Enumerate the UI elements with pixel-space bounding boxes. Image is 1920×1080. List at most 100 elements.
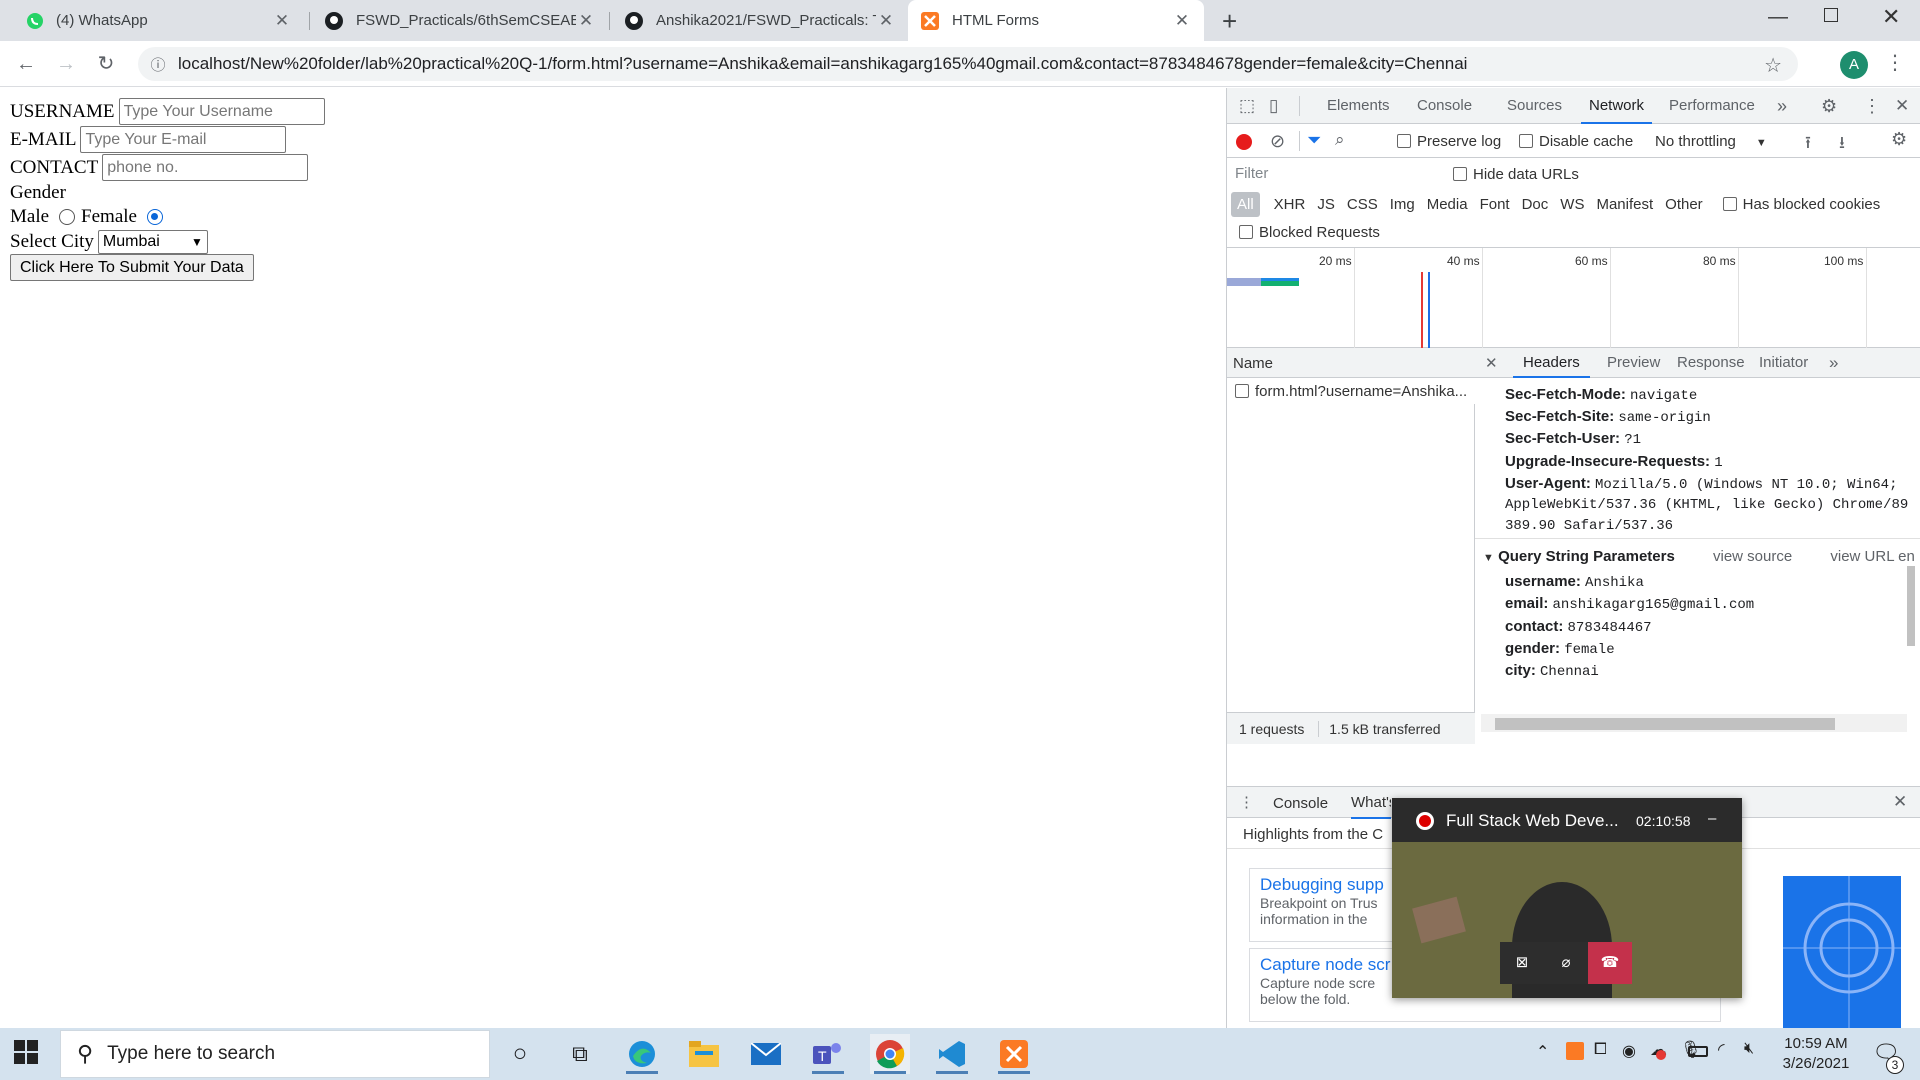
window-close-button[interactable]: ✕ — [1882, 4, 1900, 30]
horizontal-scrollbar[interactable] — [1481, 714, 1907, 732]
drawer-tab-console[interactable]: Console — [1273, 795, 1328, 812]
username-input[interactable] — [118, 98, 325, 125]
chrome-icon[interactable] — [870, 1034, 910, 1074]
export-har-icon[interactable]: ⭳ — [1839, 130, 1845, 159]
clear-icon[interactable]: ⊘ — [1270, 131, 1285, 152]
mic-off-icon[interactable]: ⌀ — [1544, 942, 1588, 984]
tray-overflow-icon[interactable]: ⌃ — [1536, 1042, 1549, 1062]
type-filter-js[interactable]: JS — [1313, 192, 1343, 217]
import-har-icon[interactable]: ⭱ — [1805, 130, 1811, 159]
teams-icon[interactable]: T — [808, 1034, 848, 1074]
battery-icon[interactable] — [1688, 1046, 1708, 1057]
tab-performance[interactable]: Performance — [1669, 88, 1755, 124]
tab-elements[interactable]: Elements — [1327, 88, 1390, 124]
search-icon[interactable]: ⌕ — [1335, 130, 1345, 150]
settings-icon[interactable]: ⚙ — [1821, 88, 1837, 124]
email-input[interactable] — [80, 126, 287, 153]
type-filter-media[interactable]: Media — [1423, 192, 1476, 217]
tab-github-repo[interactable]: Anshika2021/FSWD_Practicals: Th ✕ — [612, 0, 908, 41]
wifi-icon[interactable]: ◜ — [1718, 1040, 1725, 1060]
female-radio[interactable] — [146, 209, 163, 225]
forward-button[interactable]: → — [52, 50, 80, 78]
name-column-header[interactable]: Name — [1227, 348, 1475, 378]
menu-icon[interactable]: ⋮ — [1885, 50, 1905, 75]
more-tabs-icon[interactable]: » — [1777, 88, 1787, 124]
file-explorer-icon[interactable] — [684, 1034, 724, 1074]
minimize-button[interactable]: — — [1768, 6, 1788, 29]
windows-start-icon[interactable] — [14, 1040, 38, 1068]
close-icon[interactable]: ✕ — [576, 11, 596, 31]
menu-icon[interactable]: ⋮ — [1863, 88, 1881, 124]
back-button[interactable]: ← — [12, 50, 40, 78]
hide-data-urls-checkbox[interactable]: Hide data URLs — [1453, 166, 1579, 183]
close-icon[interactable]: ✕ — [272, 11, 292, 31]
device-toolbar-icon[interactable]: ▯ — [1269, 96, 1278, 116]
query-string-section-header[interactable]: ▼ Query String Parameters view source vi… — [1483, 548, 1915, 565]
network-settings-icon[interactable]: ⚙ — [1891, 129, 1907, 150]
profile-avatar[interactable]: A — [1840, 51, 1868, 79]
type-filter-font[interactable]: Font — [1476, 192, 1518, 217]
tab-response[interactable]: Response — [1677, 348, 1745, 378]
omnibox[interactable]: ⓘ localhost/New%20folder/lab%20practical… — [138, 47, 1798, 81]
close-devtools-icon[interactable]: ✕ — [1895, 88, 1909, 124]
webcam-tray-icon[interactable]: ◉ — [1622, 1041, 1636, 1061]
tab-initiator[interactable]: Initiator — [1759, 348, 1808, 378]
drawer-tab-whats-new[interactable]: What's New — [1351, 787, 1391, 819]
close-icon[interactable]: ✕ — [1172, 11, 1192, 31]
camera-off-icon[interactable]: ⊠ — [1500, 942, 1544, 984]
type-filter-other[interactable]: Other — [1661, 192, 1711, 217]
view-source-link[interactable]: view source — [1713, 548, 1792, 565]
close-details-icon[interactable]: ✕ — [1485, 354, 1498, 372]
tab-html-forms[interactable]: HTML Forms ✕ — [908, 0, 1204, 41]
maximize-button[interactable] — [1824, 8, 1838, 22]
request-row[interactable]: form.html?username=Anshika... — [1227, 378, 1475, 404]
preserve-log-checkbox[interactable]: Preserve log — [1397, 133, 1501, 150]
volume-muted-icon[interactable]: 🔇︎ — [1744, 1040, 1754, 1058]
view-url-encoded-link[interactable]: view URL en — [1830, 548, 1914, 565]
hang-up-icon[interactable]: ☎ — [1588, 942, 1632, 984]
type-filter-css[interactable]: CSS — [1343, 192, 1386, 217]
throttling-select[interactable]: No throttling ▼ — [1655, 133, 1767, 150]
type-filter-doc[interactable]: Doc — [1518, 192, 1557, 217]
tab-network[interactable]: Network — [1581, 88, 1653, 124]
city-select[interactable]: Mumbai ▼ — [97, 230, 208, 254]
tab-console[interactable]: Console — [1417, 88, 1472, 124]
type-filter-all[interactable]: All — [1231, 192, 1260, 217]
record-icon[interactable] — [1236, 134, 1252, 150]
reload-button[interactable]: ↻ — [92, 50, 120, 78]
xampp-tray-icon[interactable] — [1566, 1042, 1584, 1060]
male-radio[interactable] — [59, 209, 76, 225]
type-filter-xhr[interactable]: XHR — [1260, 192, 1314, 217]
tab-headers[interactable]: Headers — [1513, 348, 1590, 378]
submit-button[interactable]: Click Here To Submit Your Data — [10, 254, 254, 281]
close-icon[interactable]: ✕ — [876, 11, 896, 31]
taskbar-search-box[interactable]: ⚲ Type here to search — [60, 1030, 490, 1078]
blocked-requests-checkbox[interactable]: Blocked Requests — [1239, 224, 1380, 241]
type-filter-manifest[interactable]: Manifest — [1592, 192, 1661, 217]
minimize-icon[interactable]: – — [1708, 810, 1716, 827]
tab-preview[interactable]: Preview — [1607, 348, 1660, 378]
close-drawer-icon[interactable]: ✕ — [1893, 792, 1907, 812]
xampp-icon[interactable] — [994, 1034, 1034, 1074]
info-icon[interactable]: ⓘ — [138, 54, 178, 75]
has-blocked-cookies-checkbox[interactable]: Has blocked cookies — [1711, 192, 1880, 217]
tab-sources[interactable]: Sources — [1507, 88, 1562, 124]
disable-cache-checkbox[interactable]: Disable cache — [1519, 133, 1633, 150]
type-filter-ws[interactable]: WS — [1556, 192, 1592, 217]
filter-input[interactable]: Filter — [1231, 162, 1437, 186]
inspect-icon[interactable]: ⬚ — [1239, 96, 1255, 116]
drawer-menu-icon[interactable]: ⋮ — [1239, 793, 1254, 811]
task-view-icon[interactable]: ⧉ — [560, 1034, 600, 1074]
tab-github-practicals[interactable]: FSWD_Practicals/6thSemCSEAB.p ✕ — [312, 0, 608, 41]
mail-icon[interactable] — [746, 1034, 786, 1074]
meeting-pip-window[interactable]: Full Stack Web Deve... 02:10:58 – ⊠ ⌀ ☎ — [1392, 798, 1742, 998]
edge-icon[interactable] — [622, 1034, 662, 1074]
more-detail-tabs-icon[interactable]: » — [1829, 348, 1838, 378]
vertical-scrollbar[interactable] — [1905, 386, 1917, 686]
teams-tray-icon[interactable]: ⧠ — [1594, 1041, 1607, 1059]
cortana-icon[interactable]: ○ — [500, 1034, 540, 1074]
contact-input[interactable] — [102, 154, 309, 181]
tab-whatsapp[interactable]: (4) WhatsApp ✕ — [14, 0, 304, 41]
taskbar-clock[interactable]: 10:59 AM 3/26/2021 — [1776, 1034, 1856, 1074]
type-filter-img[interactable]: Img — [1386, 192, 1423, 217]
